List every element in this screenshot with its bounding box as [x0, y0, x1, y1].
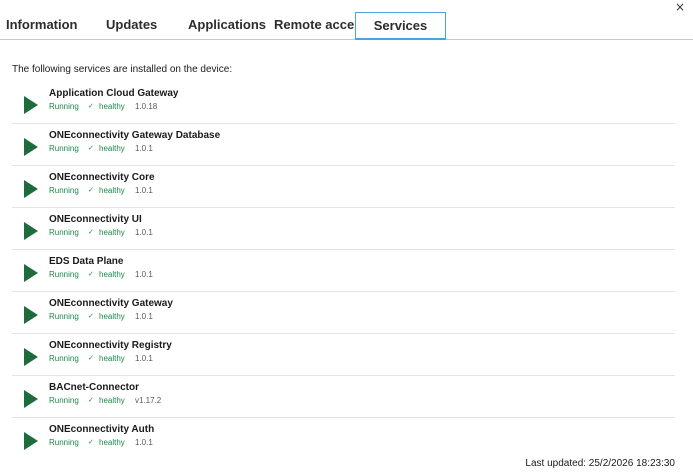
service-meta: Running ✓ healthy 1.0.1 — [49, 186, 153, 195]
service-meta: Running ✓ healthy 1.0.1 — [49, 270, 153, 279]
check-icon: ✓ — [88, 270, 94, 278]
play-icon — [24, 390, 38, 408]
service-name: Application Cloud Gateway — [49, 88, 179, 99]
service-version: 1.0.1 — [135, 354, 153, 363]
service-name: BACnet-Connector — [49, 382, 139, 393]
tab-applications[interactable]: Applications — [188, 12, 266, 40]
service-status: Running — [49, 102, 79, 111]
service-version: v1.17.2 — [135, 396, 162, 405]
play-icon — [24, 222, 38, 240]
service-row[interactable]: EDS Data Plane Running ✓ healthy 1.0.1 — [12, 250, 675, 292]
service-version: 1.0.1 — [135, 438, 153, 447]
service-version: 1.0.1 — [135, 312, 153, 321]
service-health: healthy — [99, 438, 125, 447]
service-name: ONEconnectivity Registry — [49, 340, 172, 351]
service-status: Running — [49, 354, 79, 363]
service-name: EDS Data Plane — [49, 256, 124, 267]
service-name: ONEconnectivity Auth — [49, 424, 155, 435]
service-version: 1.0.1 — [135, 186, 153, 195]
service-status: Running — [49, 144, 79, 153]
service-name: ONEconnectivity Core — [49, 172, 155, 183]
service-health: healthy — [99, 270, 125, 279]
service-meta: Running ✓ healthy 1.0.1 — [49, 438, 153, 447]
service-status: Running — [49, 228, 79, 237]
service-row[interactable]: ONEconnectivity Core Running ✓ healthy 1.0.1 — [12, 166, 675, 208]
service-meta: Running ✓ healthy 1.0.1 — [49, 354, 153, 363]
check-icon: ✓ — [88, 354, 94, 362]
tab-services[interactable]: Services — [355, 12, 446, 40]
tab-information[interactable]: Information — [6, 12, 78, 40]
play-icon — [24, 138, 38, 156]
service-health: healthy — [99, 354, 125, 363]
last-updated-timestamp: Last updated: 25/2/2026 18:23:30 — [525, 458, 675, 469]
check-icon: ✓ — [88, 312, 94, 320]
service-version: 1.0.18 — [135, 102, 158, 111]
check-icon: ✓ — [88, 144, 94, 152]
service-row[interactable]: ONEconnectivity Auth Running ✓ healthy 1.0.1 — [12, 418, 675, 460]
check-icon: ✓ — [88, 396, 94, 404]
service-version: 1.0.1 — [135, 228, 153, 237]
service-status: Running — [49, 312, 79, 321]
play-icon — [24, 180, 38, 198]
play-icon — [24, 432, 38, 450]
check-icon: ✓ — [88, 228, 94, 236]
service-status: Running — [49, 396, 79, 405]
services-list: Application Cloud Gateway Running ✓ healthy… — [12, 82, 675, 460]
service-name: ONEconnectivity UI — [49, 214, 142, 225]
service-row[interactable]: ONEconnectivity UI Running ✓ healthy 1.0.1 — [12, 208, 675, 250]
play-icon — [24, 264, 38, 282]
service-health: healthy — [99, 396, 125, 405]
service-version: 1.0.1 — [135, 144, 153, 153]
service-status: Running — [49, 186, 79, 195]
service-health: healthy — [99, 102, 125, 111]
service-row[interactable]: ONEconnectivity Gateway Database Running ✓… — [12, 124, 675, 166]
check-icon: ✓ — [88, 186, 94, 194]
service-row[interactable]: ONEconnectivity Gateway Running ✓ healthy 1.… — [12, 292, 675, 334]
service-health: healthy — [99, 144, 125, 153]
service-health: healthy — [99, 186, 125, 195]
service-name: ONEconnectivity Gateway — [49, 298, 173, 309]
service-meta: Running ✓ healthy 1.0.18 — [49, 102, 157, 111]
play-icon — [24, 306, 38, 324]
service-row[interactable]: BACnet-Connector Running ✓ healthy v1.17.2 — [12, 376, 675, 418]
service-meta: Running ✓ healthy 1.0.1 — [49, 144, 153, 153]
play-icon — [24, 348, 38, 366]
service-status: Running — [49, 270, 79, 279]
check-icon: ✓ — [88, 102, 94, 110]
play-icon — [24, 96, 38, 114]
check-icon: ✓ — [88, 438, 94, 446]
service-meta: Running ✓ healthy 1.0.1 — [49, 228, 153, 237]
service-meta: Running ✓ healthy v1.17.2 — [49, 396, 161, 405]
tab-updates[interactable]: Updates — [106, 12, 157, 40]
tab-bar: Information Updates Applications Remote … — [0, 12, 693, 40]
services-intro-text: The following services are installed on … — [12, 64, 233, 75]
service-row[interactable]: Application Cloud Gateway Running ✓ healthy… — [12, 82, 675, 124]
service-health: healthy — [99, 312, 125, 321]
service-name: ONEconnectivity Gateway Database — [49, 130, 221, 141]
service-meta: Running ✓ healthy 1.0.1 — [49, 312, 153, 321]
service-status: Running — [49, 438, 79, 447]
service-health: healthy — [99, 228, 125, 237]
service-version: 1.0.1 — [135, 270, 153, 279]
service-row[interactable]: ONEconnectivity Registry Running ✓ healthy 1… — [12, 334, 675, 376]
